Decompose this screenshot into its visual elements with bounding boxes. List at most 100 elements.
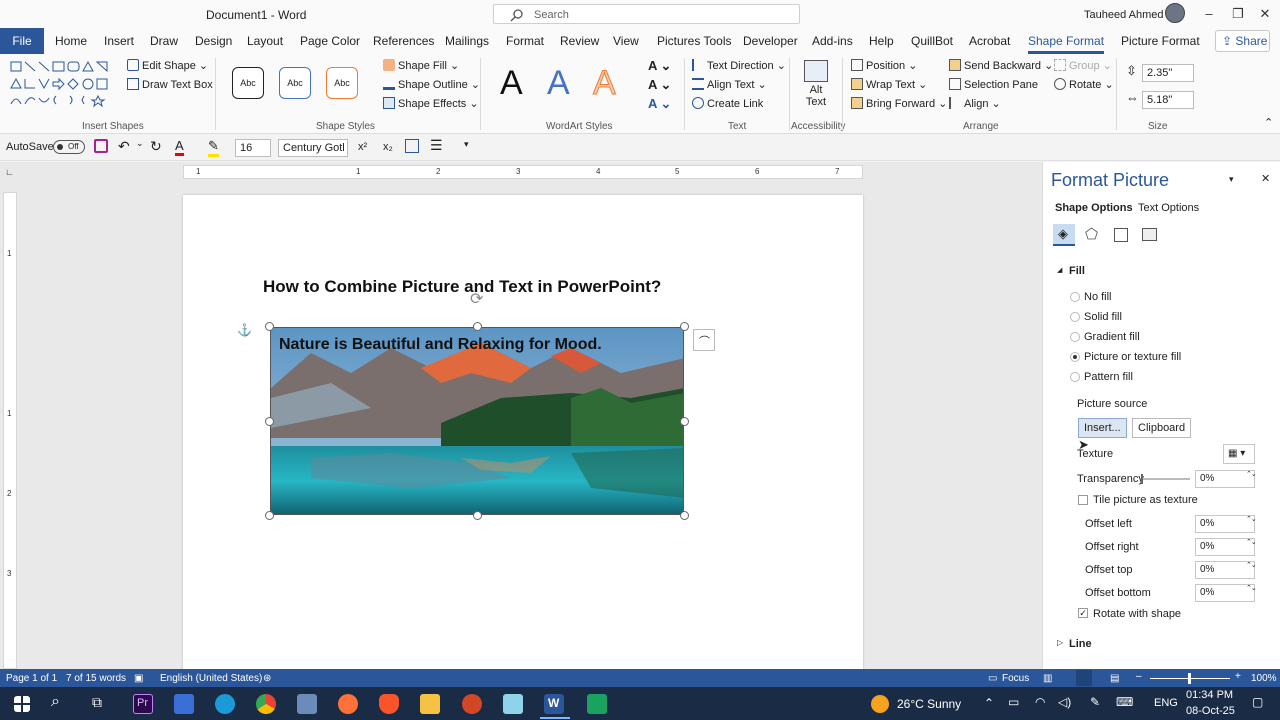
- keyboard-icon[interactable]: ⌨: [1116, 695, 1133, 709]
- app-icon[interactable]: [174, 694, 194, 714]
- zoom-in-icon[interactable]: +: [1235, 671, 1241, 682]
- tab-acrobat[interactable]: Acrobat: [969, 34, 1010, 48]
- selection-pane-button[interactable]: Selection Pane: [949, 78, 1038, 91]
- offset-right-input[interactable]: 0%: [1195, 538, 1255, 556]
- bullets-icon[interactable]: ☰: [430, 137, 443, 154]
- superscript-button[interactable]: x²: [358, 141, 367, 153]
- tab-references[interactable]: References: [373, 34, 434, 48]
- print-layout-icon[interactable]: [1076, 670, 1092, 686]
- resize-handle[interactable]: [473, 322, 482, 331]
- app-icon[interactable]: [297, 694, 317, 714]
- tab-review[interactable]: Review: [560, 34, 599, 48]
- text-fill-icon[interactable]: A ⌄: [648, 58, 671, 74]
- tab-draw[interactable]: Draw: [150, 34, 178, 48]
- fill-section-header[interactable]: Fill: [1069, 265, 1085, 277]
- search-icon[interactable]: ⌕: [51, 693, 60, 711]
- transparency-input[interactable]: 0%: [1195, 470, 1255, 488]
- document-heading[interactable]: How to Combine Picture and Text in Power…: [263, 277, 661, 297]
- tab-shape-format[interactable]: Shape Format: [1028, 34, 1105, 54]
- resize-handle[interactable]: [680, 322, 689, 331]
- align-text-button[interactable]: Align Text ⌄: [692, 78, 767, 91]
- tab-pictures-tools[interactable]: Pictures Tools: [657, 34, 731, 48]
- chrome-icon[interactable]: [256, 694, 276, 714]
- offset-left-input[interactable]: 0%: [1195, 515, 1255, 533]
- tab-mailings[interactable]: Mailings: [445, 34, 489, 48]
- offset-bottom-input[interactable]: 0%: [1195, 584, 1255, 602]
- premiere-icon[interactable]: Pr: [133, 694, 153, 714]
- page-count[interactable]: Page 1 of 1: [6, 673, 57, 684]
- tab-view[interactable]: View: [613, 34, 639, 48]
- offset-top-input[interactable]: 0%: [1195, 561, 1255, 579]
- line-expand-icon[interactable]: ▷: [1057, 638, 1063, 647]
- picture-overlay-text[interactable]: Nature is Beautiful and Relaxing for Moo…: [279, 336, 602, 354]
- radio-picture-texture-fill[interactable]: [1070, 352, 1080, 362]
- battery-icon[interactable]: ▭: [1008, 695, 1019, 709]
- layout-options-button[interactable]: ⌒: [693, 329, 715, 351]
- shape-effects-button[interactable]: Shape Effects ⌄: [383, 97, 479, 110]
- wordart-style-orange[interactable]: A: [593, 64, 617, 103]
- brave-icon[interactable]: [379, 694, 399, 714]
- weather-text[interactable]: 26°C Sunny: [897, 697, 961, 711]
- redo-icon[interactable]: ↻: [150, 138, 162, 155]
- start-icon[interactable]: [14, 696, 30, 712]
- word-icon[interactable]: W: [544, 694, 564, 714]
- autosave-toggle[interactable]: Off: [53, 140, 85, 154]
- rotate-handle-icon[interactable]: ⟳: [470, 289, 483, 309]
- zoom-thumb[interactable]: [1188, 673, 1191, 684]
- line-section-header[interactable]: Line: [1069, 638, 1092, 650]
- undo-dropdown-icon[interactable]: ⌄: [136, 138, 144, 149]
- font-name-select[interactable]: Century Gotl: [278, 139, 348, 157]
- resize-handle[interactable]: [265, 322, 274, 331]
- document-page[interactable]: ⚓ How to Combine Picture and Text in Pow…: [183, 195, 863, 675]
- pane-options-icon[interactable]: ▾: [1229, 174, 1234, 185]
- edit-shape-button[interactable]: Edit Shape ⌄: [127, 59, 208, 72]
- tab-design[interactable]: Design: [195, 34, 232, 48]
- slider-thumb[interactable]: [1141, 474, 1143, 484]
- rotate-with-shape-checkbox[interactable]: ✓: [1078, 608, 1088, 618]
- shape-style-2[interactable]: Abc: [279, 67, 311, 99]
- wordart-style-blue[interactable]: A: [547, 64, 570, 103]
- resize-handle[interactable]: [265, 417, 274, 426]
- proofing-icon[interactable]: ▣: [134, 673, 143, 684]
- wordart-style-black[interactable]: A: [500, 64, 523, 103]
- text-direction-button[interactable]: Text Direction ⌄: [692, 59, 786, 72]
- file-explorer-icon[interactable]: [420, 694, 440, 714]
- language-status[interactable]: English (United States): [160, 673, 262, 684]
- draw-text-box-button[interactable]: Draw Text Box: [127, 78, 213, 91]
- tab-file[interactable]: File: [0, 28, 44, 54]
- app-icon[interactable]: [587, 694, 607, 714]
- resize-handle[interactable]: [680, 417, 689, 426]
- word-count[interactable]: 7 of 15 words: [66, 673, 126, 684]
- tab-home[interactable]: Home: [55, 34, 87, 48]
- tab-picture-format[interactable]: Picture Format: [1121, 34, 1200, 48]
- shape-fill-button[interactable]: Shape Fill ⌄: [383, 59, 459, 72]
- volume-icon[interactable]: ◁): [1058, 695, 1071, 709]
- focus-button[interactable]: Focus: [1002, 673, 1029, 684]
- radio-solid-fill[interactable]: [1070, 312, 1080, 322]
- group-button[interactable]: Group ⌄: [1054, 59, 1112, 72]
- restore-icon[interactable]: ❐: [1227, 3, 1249, 25]
- align-button[interactable]: Align ⌄: [949, 97, 1001, 110]
- width-input[interactable]: 5.18": [1142, 91, 1194, 109]
- send-backward-button[interactable]: Send Backward ⌄: [949, 59, 1053, 72]
- create-link-button[interactable]: Create Link: [692, 97, 763, 110]
- horizontal-ruler[interactable]: 1 1 2 3 4 5 6 7: [183, 165, 863, 179]
- tab-layout[interactable]: Layout: [247, 34, 283, 48]
- close-icon[interactable]: ✕: [1254, 3, 1276, 25]
- fill-line-icon[interactable]: ◈: [1053, 224, 1075, 246]
- resize-handle[interactable]: [473, 511, 482, 520]
- text-outline-icon[interactable]: A ⌄: [648, 77, 671, 93]
- customize-toolbar-icon[interactable]: ▾: [464, 139, 469, 150]
- effects-pentagon-icon[interactable]: ⬠: [1081, 224, 1103, 246]
- clock-time[interactable]: 01:34 PM: [1186, 689, 1233, 701]
- picture-icon[interactable]: [1138, 224, 1160, 246]
- resize-handle[interactable]: [265, 511, 274, 520]
- pen-icon[interactable]: ✎: [1090, 695, 1100, 709]
- resize-handle[interactable]: [680, 511, 689, 520]
- zoom-slider[interactable]: [1150, 673, 1230, 684]
- shape-style-3[interactable]: Abc: [326, 67, 358, 99]
- font-color-icon[interactable]: A: [175, 138, 184, 156]
- radio-no-fill[interactable]: [1070, 292, 1080, 302]
- zoom-level[interactable]: 100%: [1251, 673, 1277, 684]
- text-effects-icon[interactable]: A ⌄: [648, 96, 671, 112]
